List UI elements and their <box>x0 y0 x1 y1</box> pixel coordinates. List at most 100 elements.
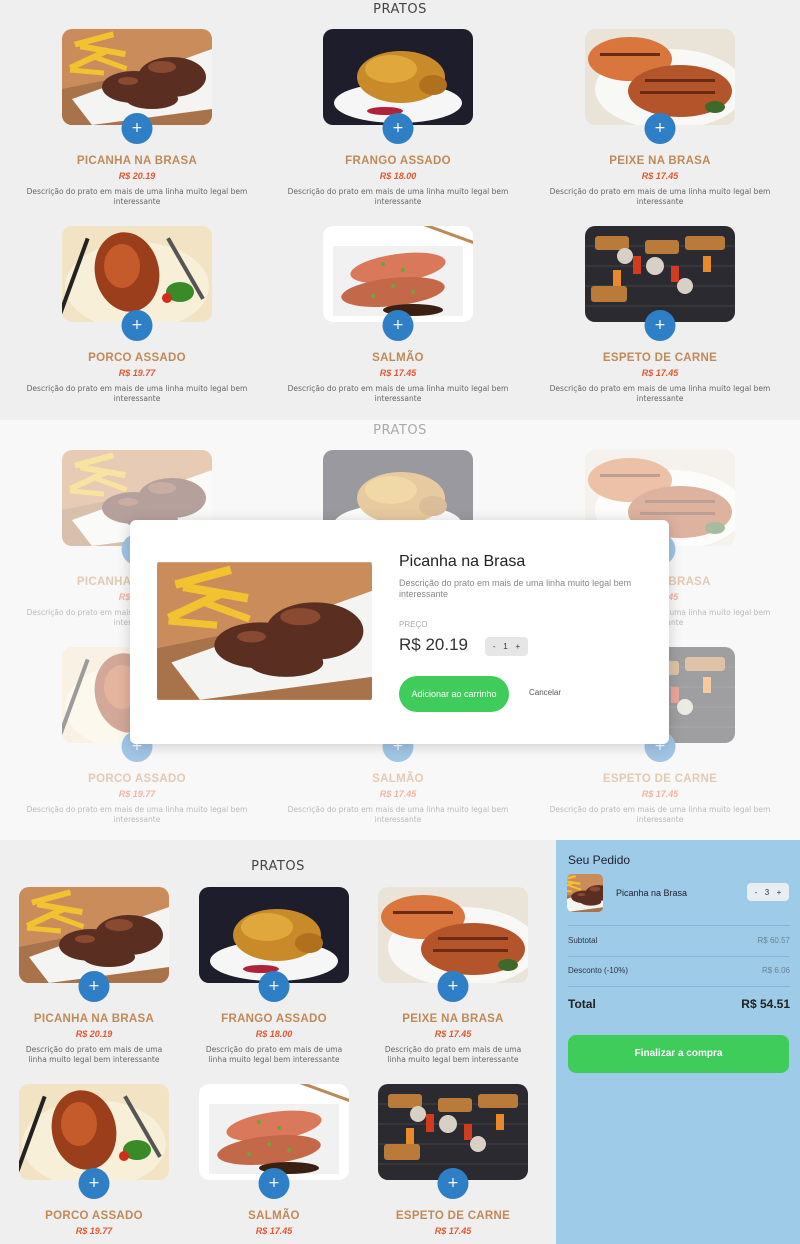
dish-description: Descrição do prato em mais de uma linha … <box>26 187 248 206</box>
cancel-button[interactable]: Cancelar <box>529 688 561 697</box>
dish-price: R$ 17.45 <box>641 368 679 378</box>
dish-image <box>19 1084 169 1180</box>
modal-dish-image <box>157 554 372 708</box>
total-value: R$ 54.51 <box>741 997 790 1011</box>
plus-icon: + <box>88 978 100 994</box>
dish-price: R$ 17.45 <box>434 1029 472 1039</box>
add-button[interactable]: + <box>121 113 153 144</box>
dish-card[interactable]: + PEIXE NA BRASA R$ 17.45 Descrição do p… <box>545 29 775 207</box>
dish-image <box>323 226 473 322</box>
section-title: PRATOS <box>373 2 427 17</box>
discount-row: Desconto (-10%) R$ 6.06 <box>568 966 790 975</box>
plus-icon: + <box>392 317 404 333</box>
modal-description: Descrição do prato em mais de uma linha … <box>399 578 632 599</box>
dish-price: R$ 19.77 <box>118 368 156 378</box>
add-button[interactable]: + <box>644 310 676 341</box>
dish-name: PEIXE NA BRASA <box>609 155 711 167</box>
cart-title: Seu Pedido <box>568 853 631 867</box>
add-button[interactable]: + <box>78 971 110 1002</box>
plus-icon: + <box>131 317 143 333</box>
dish-name: SALMÃO <box>372 352 424 364</box>
total-row: Total R$ 54.51 <box>568 997 790 1011</box>
dish-card[interactable]: + SALMÃO R$ 17.45 Descrição do prato em … <box>283 226 513 404</box>
quantity-stepper: - 1 + <box>485 637 528 656</box>
plus-icon: + <box>447 1175 459 1191</box>
add-button[interactable]: + <box>78 1168 110 1199</box>
dish-card[interactable]: + ESPETO DE CARNE R$ 17.45 Descrição do … <box>545 226 775 404</box>
dish-image <box>585 29 735 125</box>
plus-icon: + <box>268 978 280 994</box>
add-button[interactable]: + <box>258 971 290 1002</box>
dish-description: Descrição do prato em mais de uma linha … <box>549 384 771 403</box>
dish-card[interactable]: + PICANHA NA BRASA R$ 20.19 Descrição do… <box>22 29 252 207</box>
dish-description: Descrição do prato em mais de uma linha … <box>287 384 509 403</box>
minus-button[interactable]: - <box>755 888 758 897</box>
dish-price: R$ 18.00 <box>379 171 417 181</box>
dish-price: R$ 20.19 <box>118 171 156 181</box>
cart-item-image <box>567 874 603 912</box>
cart-item-name: Picanha na Brasa <box>616 888 688 898</box>
plus-button[interactable]: + <box>777 888 782 897</box>
dish-description: Descrição do prato em mais de uma linha … <box>287 187 509 206</box>
plus-button[interactable]: + <box>515 642 520 651</box>
minus-button[interactable]: - <box>493 642 496 651</box>
plus-icon: + <box>447 978 459 994</box>
dish-card[interactable]: + PORCO ASSADO R$ 19.77 Descrição do pra… <box>22 226 252 404</box>
dish-image <box>199 1084 349 1180</box>
dish-description: Descrição do prato em mais de uma linha … <box>26 384 248 403</box>
dish-price: R$ 17.45 <box>434 1226 472 1236</box>
add-button[interactable]: + <box>258 1168 290 1199</box>
dish-image <box>19 887 169 983</box>
total-label: Total <box>568 997 596 1011</box>
quantity-value: 3 <box>764 887 770 897</box>
dish-name: FRANGO ASSADO <box>345 155 451 167</box>
plus-icon: + <box>131 120 143 136</box>
subtotal-value: R$ 60.57 <box>757 936 790 945</box>
cart-quantity-stepper: - 3 + <box>747 883 789 901</box>
subtotal-row: Subtotal R$ 60.57 <box>568 936 790 945</box>
dish-image <box>62 226 212 322</box>
plus-icon: + <box>268 1175 280 1191</box>
dish-card[interactable]: + ESPETO DE CARNE R$ 17.45 <box>338 1084 568 1236</box>
add-button[interactable]: + <box>437 1168 469 1199</box>
divider <box>568 925 790 926</box>
add-button[interactable]: + <box>644 113 676 144</box>
add-button[interactable]: + <box>121 310 153 341</box>
product-modal: Picanha na Brasa Descrição do prato em m… <box>130 520 669 744</box>
cart-sidebar: Seu Pedido Picanha na Brasa - 3 + Subtot… <box>556 840 800 1244</box>
dish-card[interactable]: + FRANGO ASSADO R$ 18.00 Descrição do pr… <box>283 29 513 207</box>
checkout-button[interactable]: Finalizar a compra <box>568 1035 789 1073</box>
dish-image <box>378 887 528 983</box>
add-to-cart-button[interactable]: Adicionar ao carrinho <box>399 676 509 712</box>
add-button[interactable]: + <box>437 971 469 1002</box>
dish-image <box>378 1084 528 1180</box>
dish-description: Descrição do prato em mais de uma linha … <box>549 187 771 206</box>
dish-image <box>199 887 349 983</box>
add-button[interactable]: + <box>382 113 414 144</box>
dish-image <box>585 226 735 322</box>
quantity-value: 1 <box>503 642 508 651</box>
modal-price: R$ 20.19 <box>399 635 468 654</box>
section-title: PRATOS <box>251 859 305 874</box>
dish-image <box>323 29 473 125</box>
add-button[interactable]: + <box>382 310 414 341</box>
menu-section-cart: PRATOS + PICANHA NA BRASA R$ 20.19 Descr… <box>0 840 800 1244</box>
dish-description: Descrição do prato em mais de uma linha … <box>384 1045 522 1064</box>
menu-section-1: PRATOS + PICANHA NA BRASA R$ 20.19 Descr… <box>0 0 800 420</box>
plus-icon: + <box>654 120 666 136</box>
plus-icon: + <box>88 1175 100 1191</box>
dish-card[interactable]: + PEIXE NA BRASA R$ 17.45 Descrição do p… <box>338 887 568 1065</box>
menu-section-modal: PRATOS + PICANHA NA BRASA R$ 20.19 Descr… <box>0 420 800 840</box>
discount-label: Desconto (-10%) <box>568 966 629 975</box>
dish-price: R$ 17.45 <box>379 368 417 378</box>
divider <box>568 986 790 987</box>
dish-name: PICANHA NA BRASA <box>76 155 198 167</box>
divider <box>568 956 790 957</box>
dish-image <box>62 29 212 125</box>
dish-name: PEIXE NA BRASA <box>402 1013 504 1025</box>
dish-name: PORCO ASSADO <box>88 352 186 364</box>
dish-name: ESPETO DE CARNE <box>602 352 718 364</box>
plus-icon: + <box>654 317 666 333</box>
dish-name: ESPETO DE CARNE <box>395 1210 511 1222</box>
dish-price: R$ 17.45 <box>641 171 679 181</box>
